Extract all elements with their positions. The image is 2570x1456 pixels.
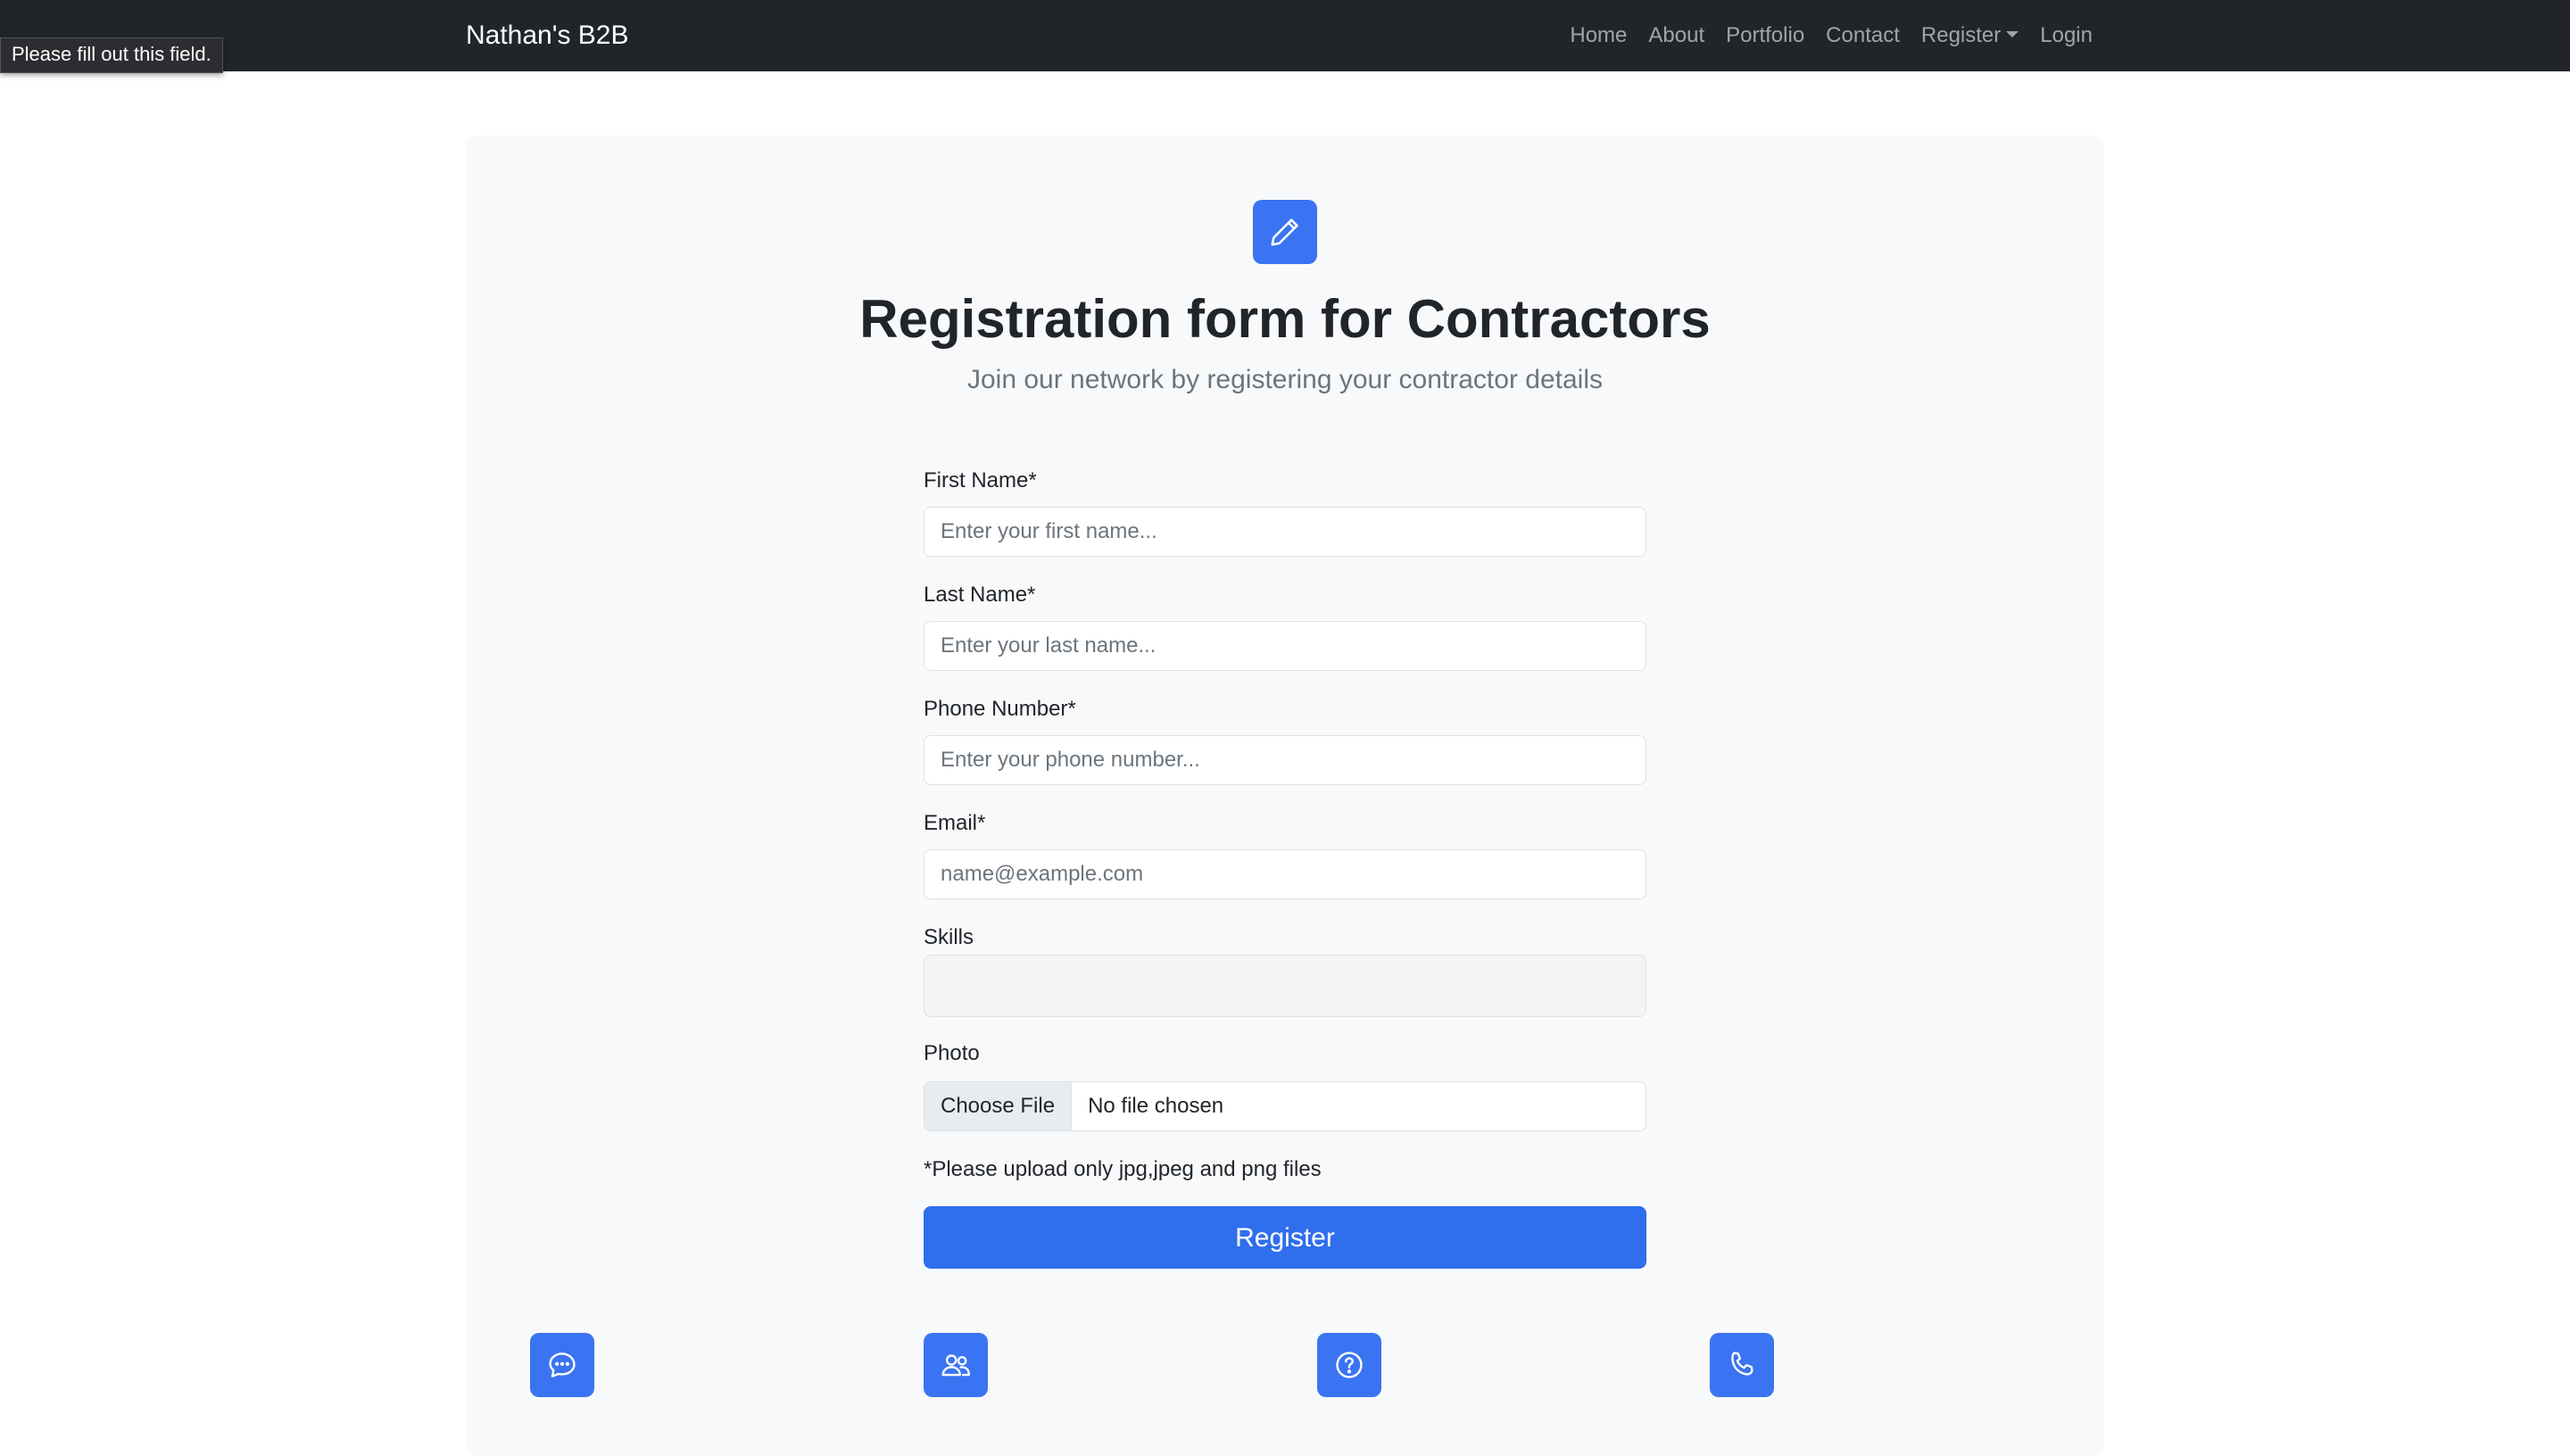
last-name-input[interactable]	[924, 621, 1646, 671]
photo-file-input[interactable]: Choose File No file chosen	[924, 1081, 1646, 1131]
last-name-label: Last Name*	[924, 583, 1036, 607]
photo-label: Photo	[924, 1041, 980, 1065]
pencil-icon	[1253, 200, 1317, 264]
chevron-down-icon	[2006, 31, 2019, 38]
upload-note: *Please upload only jpg,jpeg and png fil…	[924, 1157, 1322, 1181]
people-icon	[924, 1333, 988, 1397]
validation-tooltip: Please fill out this field.	[0, 37, 223, 73]
register-button[interactable]: Register	[924, 1206, 1646, 1269]
nav-register-dropdown[interactable]: Register	[1921, 23, 2019, 48]
file-status: No file chosen	[1088, 1094, 1224, 1118]
page-title: Registration form for Contractors	[859, 289, 1711, 349]
brand-link[interactable]: Nathan's B2B	[466, 20, 629, 52]
nav-register-label: Register	[1920, 23, 2002, 47]
navbar: Nathan's B2B Home About Portfolio Contac…	[0, 0, 2570, 71]
email-label: Email*	[924, 811, 986, 835]
question-icon	[1317, 1333, 1381, 1397]
page-subtitle: Join our network by registering your con…	[966, 365, 1603, 394]
first-name-label: First Name*	[924, 468, 1037, 492]
first-name-input[interactable]	[924, 507, 1646, 557]
phone-input[interactable]	[924, 735, 1646, 785]
nav-about[interactable]: About	[1648, 23, 1704, 48]
email-input[interactable]	[924, 849, 1646, 899]
nav-contact[interactable]: Contact	[1826, 23, 1900, 48]
nav-login[interactable]: Login	[2040, 23, 2093, 48]
choose-file-button[interactable]: Choose File	[924, 1082, 1073, 1130]
chat-icon	[530, 1333, 594, 1397]
nav-links: Home About Portfolio Contact Register Lo…	[1548, 0, 2093, 71]
nav-portfolio[interactable]: Portfolio	[1726, 23, 1804, 48]
phone-label: Phone Number*	[924, 697, 1076, 721]
skills-label: Skills	[924, 925, 974, 949]
nav-home[interactable]: Home	[1570, 23, 1627, 48]
phone-icon	[1710, 1333, 1774, 1397]
skills-textarea[interactable]	[924, 955, 1646, 1017]
